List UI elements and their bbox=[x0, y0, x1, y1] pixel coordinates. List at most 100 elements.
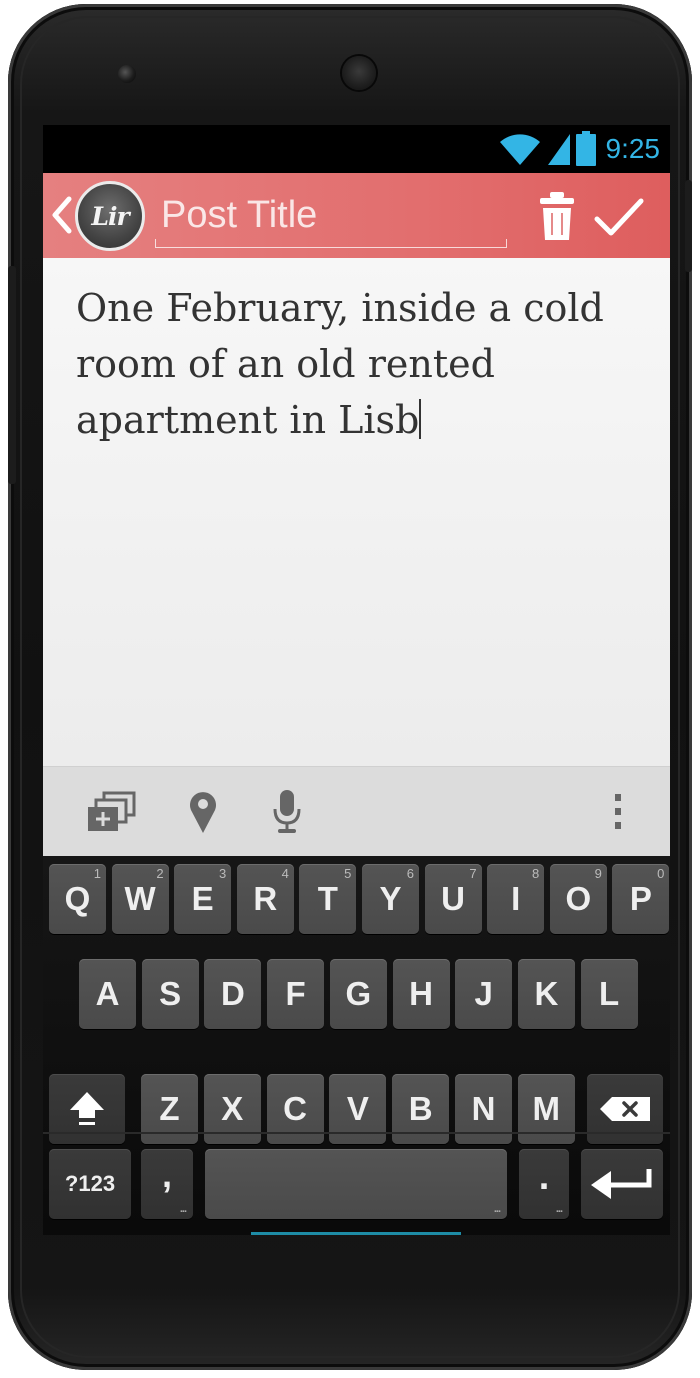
key-label: F bbox=[285, 975, 306, 1012]
add-media-button[interactable] bbox=[83, 787, 139, 837]
shift-arrow-icon bbox=[70, 1092, 104, 1125]
key-label: I bbox=[511, 880, 521, 917]
key-g[interactable]: G bbox=[329, 959, 387, 1029]
keyboard-divider bbox=[43, 1132, 670, 1134]
text-cursor bbox=[419, 399, 422, 439]
key-hint: 4 bbox=[281, 866, 289, 881]
status-bar: 9:25 bbox=[43, 125, 670, 173]
comma-key[interactable]: , ... bbox=[141, 1149, 193, 1219]
symbols-key[interactable]: ?123 bbox=[49, 1149, 131, 1219]
post-body-content: One February, inside a cold room of an o… bbox=[76, 286, 604, 442]
key-label: R bbox=[253, 880, 278, 917]
title-underline bbox=[155, 239, 507, 248]
key-u[interactable]: U7 bbox=[424, 864, 482, 934]
navigation-highlight bbox=[251, 1232, 461, 1235]
status-icons: 9:25 bbox=[498, 131, 660, 167]
key-label: L bbox=[599, 975, 620, 1012]
post-body-text[interactable]: One February, inside a cold room of an o… bbox=[76, 280, 656, 448]
key-label: Q bbox=[64, 880, 91, 917]
location-button[interactable] bbox=[183, 787, 223, 837]
key-h[interactable]: H bbox=[392, 959, 450, 1029]
key-label: K bbox=[534, 975, 559, 1012]
key-hint: 2 bbox=[156, 866, 164, 881]
key-o[interactable]: O9 bbox=[549, 864, 607, 934]
key-d[interactable]: D bbox=[204, 959, 262, 1029]
key-label: Y bbox=[379, 880, 402, 917]
key-label: Z bbox=[159, 1090, 180, 1127]
key-label: X bbox=[221, 1090, 244, 1127]
app-logo[interactable]: Lir bbox=[75, 181, 145, 251]
period-label: . bbox=[538, 1155, 550, 1198]
key-f[interactable]: F bbox=[267, 959, 325, 1029]
front-camera bbox=[118, 65, 136, 83]
key-label: U bbox=[441, 880, 466, 917]
action-bar: Lir bbox=[43, 173, 670, 258]
enter-arrow-icon bbox=[591, 1169, 652, 1199]
key-hint: 3 bbox=[218, 866, 227, 881]
key-e[interactable]: E3 bbox=[174, 864, 232, 934]
key-label: S bbox=[159, 975, 182, 1012]
key-label: W bbox=[124, 880, 156, 917]
key-a[interactable]: A bbox=[79, 959, 136, 1029]
key-label: E bbox=[191, 880, 214, 917]
more-keys-indicator: ... bbox=[493, 1203, 501, 1215]
key-label: V bbox=[346, 1090, 369, 1127]
key-hint: 8 bbox=[531, 866, 540, 881]
key-label: D bbox=[220, 975, 245, 1012]
key-label: B bbox=[408, 1090, 433, 1127]
key-label: N bbox=[471, 1090, 496, 1127]
key-i[interactable]: I8 bbox=[487, 864, 545, 934]
post-editor[interactable]: One February, inside a cold room of an o… bbox=[43, 258, 670, 766]
comma-label: , bbox=[161, 1154, 172, 1195]
key-q[interactable]: Q1 bbox=[49, 864, 106, 934]
key-hint: 6 bbox=[406, 866, 414, 881]
key-label: C bbox=[283, 1090, 308, 1127]
key-k[interactable]: K bbox=[517, 959, 575, 1029]
key-hint: 0 bbox=[657, 866, 665, 881]
key-l[interactable]: L bbox=[580, 959, 638, 1029]
microphone-button[interactable] bbox=[265, 787, 309, 837]
key-r[interactable]: R4 bbox=[236, 864, 294, 934]
volume-button bbox=[8, 266, 16, 484]
editor-toolbar bbox=[43, 766, 670, 856]
overflow-menu-button[interactable] bbox=[603, 787, 633, 837]
earpiece-speaker bbox=[342, 56, 376, 90]
key-hint: 5 bbox=[344, 866, 352, 881]
key-label: A bbox=[95, 975, 120, 1012]
key-s[interactable]: S bbox=[141, 959, 199, 1029]
key-t[interactable]: T5 bbox=[299, 864, 357, 934]
back-caret-icon[interactable] bbox=[49, 195, 73, 235]
period-key[interactable]: . ... bbox=[519, 1149, 569, 1219]
battery-icon bbox=[575, 131, 596, 166]
key-y[interactable]: Y6 bbox=[362, 864, 419, 934]
post-title-input[interactable] bbox=[155, 189, 507, 241]
logo-text: Lir bbox=[91, 201, 129, 231]
location-pin-icon bbox=[190, 792, 216, 833]
backspace-icon bbox=[600, 1097, 650, 1121]
key-label: M bbox=[532, 1090, 561, 1127]
overflow-menu-icon bbox=[615, 794, 621, 829]
key-j[interactable]: J bbox=[455, 959, 513, 1029]
space-key[interactable]: ... bbox=[205, 1149, 507, 1219]
key-p[interactable]: P0 bbox=[612, 864, 670, 934]
key-label: P bbox=[629, 880, 652, 917]
key-label: T bbox=[317, 880, 338, 917]
key-hint: 9 bbox=[594, 866, 602, 881]
soft-keyboard: Q1W2E3R4T5Y6U7I8O9P0 ASDFGHJKL ZXCVBNM ?… bbox=[43, 856, 670, 1235]
phone-frame: 9:25 Lir One bbox=[8, 4, 692, 1370]
add-media-icon bbox=[88, 791, 136, 831]
power-button bbox=[685, 180, 692, 272]
more-keys-indicator: ... bbox=[555, 1203, 563, 1215]
key-label: J bbox=[474, 975, 493, 1012]
enter-key[interactable] bbox=[581, 1149, 663, 1219]
key-hint: 1 bbox=[93, 866, 101, 881]
trash-icon[interactable] bbox=[537, 189, 577, 243]
key-w[interactable]: W2 bbox=[111, 864, 169, 934]
signal-icon bbox=[547, 134, 570, 165]
more-keys-indicator: ... bbox=[179, 1203, 187, 1215]
key-label: H bbox=[409, 975, 433, 1012]
key-hint: 7 bbox=[469, 866, 477, 881]
screen: 9:25 Lir One bbox=[43, 125, 670, 1235]
checkmark-icon[interactable] bbox=[593, 197, 645, 239]
microphone-icon bbox=[273, 790, 301, 833]
